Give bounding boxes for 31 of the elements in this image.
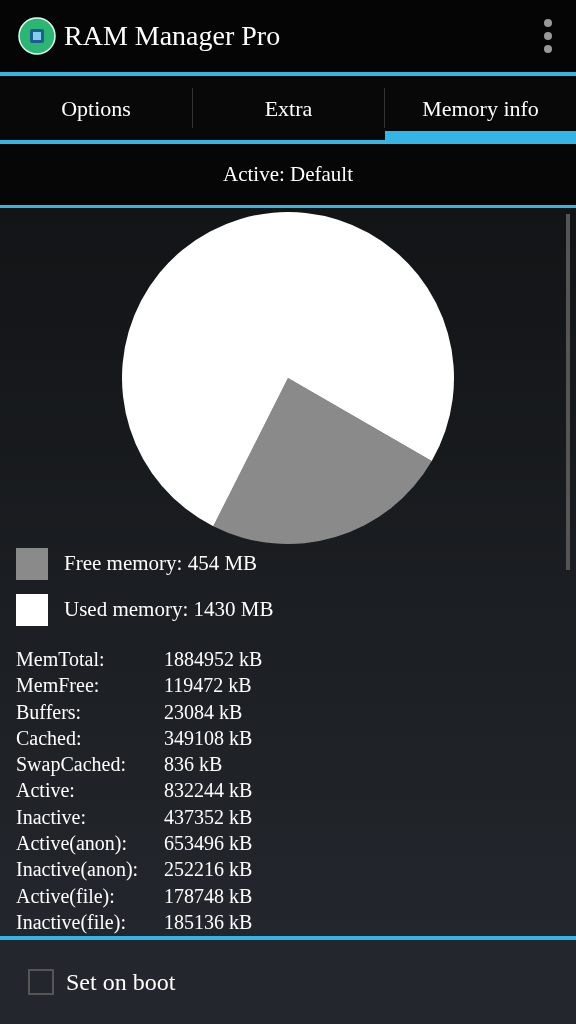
meminfo-value: 178748 kB — [164, 883, 253, 909]
meminfo-label: SwapCached: — [16, 752, 127, 778]
meminfo-value: 23084 kB — [164, 699, 243, 725]
meminfo-value: 653496 kB — [164, 831, 253, 857]
meminfo-value: 349108 kB — [164, 725, 253, 751]
meminfo-value: 119472 kB — [164, 673, 252, 699]
active-profile-label: Active: Default — [223, 160, 353, 188]
meminfo-label: Cached: — [16, 725, 83, 751]
meminfo-label: MemTotal: — [16, 647, 106, 672]
meminfo-label: Buffers: — [16, 699, 83, 725]
app-logo-icon — [18, 17, 56, 55]
meminfo-label: Active(file): — [16, 883, 116, 909]
meminfo-value: 1884952 kB — [164, 647, 263, 672]
checkbox[interactable] — [28, 969, 54, 995]
meminfo-label: Active: — [16, 778, 76, 804]
meminfo-label: Active(anon): — [16, 831, 129, 857]
tab[interactable]: Options — [0, 76, 192, 140]
meminfo-value: 832244 kB — [164, 778, 253, 804]
meminfo-label: MemFree: — [16, 673, 101, 699]
meminfo-value: 836 kB — [164, 752, 223, 778]
legend-label: Used memory: 1430 MB — [64, 596, 274, 624]
tab[interactable]: Extra — [193, 76, 384, 140]
checkbox-label[interactable]: Set on boot — [66, 964, 176, 1000]
meminfo-value: 252216 kB — [164, 857, 253, 883]
meminfo-label: Inactive(anon): — [16, 857, 140, 883]
meminfo-value: 437352 kB — [164, 804, 253, 830]
meminfo-label: Inactive(file): — [16, 909, 127, 936]
app-title: RAM Manager Pro — [64, 19, 281, 53]
meminfo-label: Inactive: — [16, 804, 87, 830]
meminfo-value: 185136 kB — [164, 909, 253, 935]
legend-label: Free memory: 454 MB — [64, 550, 258, 578]
